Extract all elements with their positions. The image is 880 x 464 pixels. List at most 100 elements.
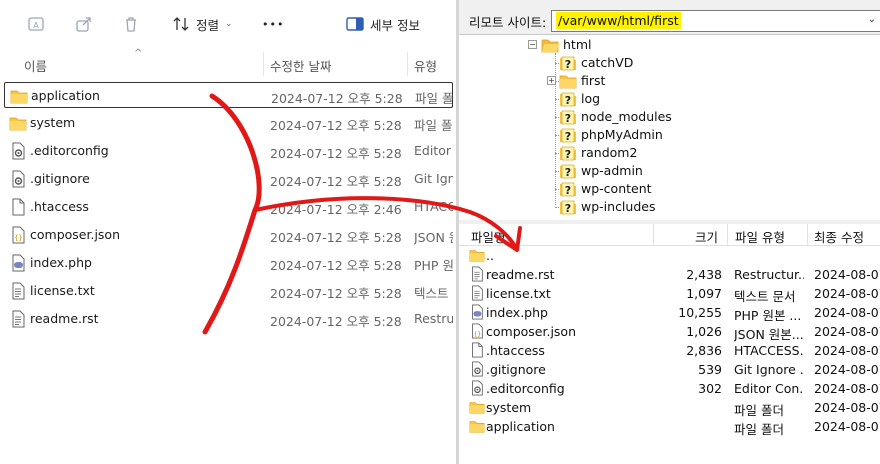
remote-file-row[interactable]: .gitignore 539 Git Ignore ... 2024-08-07 [459,360,880,379]
remote-file-size: 302 [698,381,722,396]
file-modified-date: 2024-07-12 오후 5:28 [270,258,402,273]
remote-file-size: 10,255 [678,305,722,320]
file-name: system [30,115,76,130]
file-row[interactable]: application 2024-07-12 오후 5:28 파일 폴더 [4,82,453,108]
remote-file-row[interactable]: license.txt 1,097 텍스트 문서 2024-08-07 [459,284,880,304]
config-file-icon [9,142,27,160]
unknown-folder-icon [559,127,577,143]
tree-node-label: log [581,91,601,106]
remote-file-row[interactable]: system 파일 폴더 2024-08-07 [459,398,880,418]
unknown-folder-icon [559,181,577,197]
delete-icon[interactable] [121,14,141,34]
remote-file-name: readme.rst [486,267,555,282]
remote-site-label: 리모트 사이트: [469,15,547,30]
remote-file-type: Restructur... [734,267,804,282]
explorer-column-header: ^ 이름 수정한 날짜 유형 [0,48,453,78]
details-pane-button[interactable]: 세부 정보 [346,12,420,36]
remote-file-row[interactable]: index.php 10,255 PHP 원본 ... 2024-08-07 [459,303,880,323]
tree-branch-line [555,99,559,100]
remote-file-modified: 2024-08-07 [814,324,880,339]
remote-file-modified: 2024-08-07 [814,286,880,301]
tree-node-label: random2 [581,145,638,160]
column-filename[interactable]: 파일명 [471,227,506,246]
tree-node-label: first [581,73,606,88]
remote-file-row[interactable]: readme.rst 2,438 Restructur... 2024-08-07 [459,265,880,284]
file-type: PHP 원본 [414,258,453,273]
column-divider[interactable] [727,224,728,246]
file-name: .editorconfig [30,143,109,158]
column-size[interactable]: 크기 [695,227,718,246]
remote-file-name: index.php [486,305,548,320]
column-divider[interactable] [807,224,808,246]
remote-file-modified: 2024-08-07 [814,362,880,377]
remote-file-modified: 2024-08-07 [814,267,880,282]
remote-file-name: system [486,400,532,415]
remote-file-name: .htaccess [486,343,545,358]
file-modified-date: 2024-07-12 오후 5:28 [270,314,402,329]
file-name: application [31,88,100,103]
folder-icon [9,114,27,132]
sort-label: 정렬 [196,17,220,33]
file-modified-date: 2024-07-12 오후 5:28 [270,286,402,301]
file-name: license.txt [30,283,95,298]
remote-file-size: 1,026 [686,324,722,339]
file-type: Git Ignore [414,171,453,186]
file-type: JSON 원본 [414,230,453,245]
tree-branch-line [555,135,559,136]
column-divider[interactable] [653,224,654,246]
column-last-modified[interactable]: 최종 수정 [814,227,864,246]
file-row[interactable]: composer.json 2024-07-12 오후 5:28 JSON 원본 [4,222,453,248]
remote-path-input[interactable]: /var/www/html/first ⌄ [551,10,880,32]
file-type: 파일 폴더 [414,118,453,133]
tree-node-label: phpMyAdmin [581,127,663,142]
remote-file-name: .. [486,248,494,263]
text-file-icon [469,285,485,301]
json-file-icon [9,226,27,244]
sort-button[interactable]: 정렬 ⌄ [172,12,233,36]
chevron-down-icon[interactable]: ⌄ [868,14,876,25]
remote-file-row[interactable]: application 파일 폴더 2024-08-07 [459,417,880,437]
tree-collapse-icon[interactable]: − [528,40,537,49]
file-row[interactable]: license.txt 2024-07-12 오후 5:28 텍스트 문서 [4,278,453,304]
file-name: composer.json [30,227,121,242]
file-row[interactable]: readme.rst 2024-07-12 오후 5:28 Restructured [4,306,453,332]
file-row[interactable]: .htaccess 2024-07-12 오후 2:46 HTACCESS [4,194,453,220]
column-filetype[interactable]: 파일 유형 [735,227,785,246]
file-explorer-window: A 정렬 ⌄ ••• 세부 정보 ^ 이름 수정한 날짜 유형 applicat… [0,0,453,464]
file-modified-date: 2024-07-12 오후 5:28 [271,91,403,106]
column-name[interactable]: 이름 [24,56,47,75]
remote-path-value: /var/www/html/first [556,12,681,29]
column-type[interactable]: 유형 [414,56,437,75]
file-modified-date: 2024-07-12 오후 5:28 [270,118,402,133]
remote-file-row[interactable]: composer.json 1,026 JSON 원본... 2024-08-07 [459,322,880,342]
svg-text:A: A [33,21,39,30]
file-row[interactable]: .gitignore 2024-07-12 오후 5:28 Git Ignore [4,166,453,192]
unknown-folder-icon [559,91,577,107]
more-options-button[interactable]: ••• [262,12,284,36]
file-row[interactable]: .editorconfig 2024-07-12 오후 5:28 Editor Co… [4,138,453,164]
file-row[interactable]: index.php 2024-07-12 오후 5:28 PHP 원본 [4,250,453,276]
config-file-icon [9,170,27,188]
rename-icon[interactable]: A [26,14,46,34]
share-icon[interactable] [74,14,94,34]
file-type: Editor Config [414,143,453,158]
remote-file-row[interactable]: .htaccess 2,836 HTACCESS... 2024-08-07 [459,341,880,360]
unknown-folder-icon [559,109,577,125]
file-modified-date: 2024-07-12 오후 2:46 [270,202,402,217]
remote-file-row[interactable]: .. [459,246,880,265]
column-divider[interactable] [407,52,408,76]
tree-branch-line [555,171,559,172]
file-row[interactable]: system 2024-07-12 오후 5:28 파일 폴더 [4,110,453,136]
php-file-icon [469,304,485,320]
blank-file-icon [469,342,485,358]
remote-file-size: 2,836 [686,343,722,358]
explorer-toolbar: A 정렬 ⌄ ••• 세부 정보 [0,0,453,48]
tree-branch-line [555,189,559,190]
folder-icon [10,87,28,105]
remote-file-row[interactable]: .editorconfig 302 Editor Con... 2024-08-07 [459,379,880,398]
column-divider[interactable] [263,52,264,76]
remote-column-header: 파일명 크기 파일 유형 최종 수정 [459,224,880,246]
column-modified[interactable]: 수정한 날짜 [270,56,331,75]
file-type: HTACCESS [414,199,453,214]
tree-branch-line [555,63,559,64]
